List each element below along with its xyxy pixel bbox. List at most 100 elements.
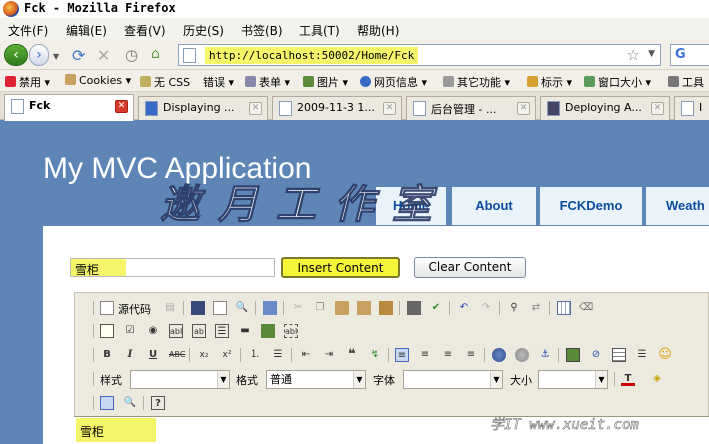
- strikethrough-icon[interactable]: ABC: [169, 348, 185, 362]
- format-select[interactable]: 普通 ▼: [266, 370, 366, 389]
- redo-icon[interactable]: ↷: [479, 301, 493, 315]
- form-icon[interactable]: [100, 324, 114, 338]
- toolbar-page-info[interactable]: 网页信息 ▾: [360, 74, 427, 90]
- align-right-icon[interactable]: ≡: [441, 348, 455, 362]
- subscript-icon[interactable]: x₂: [197, 348, 211, 362]
- style-select[interactable]: ▼: [130, 370, 230, 389]
- close-tab-icon[interactable]: ✕: [517, 102, 530, 115]
- replace-icon[interactable]: ⇄: [529, 301, 543, 315]
- toolbar-forms[interactable]: 表单 ▾: [245, 74, 290, 90]
- print-icon[interactable]: [407, 301, 421, 315]
- print-preview-icon[interactable]: 🔍: [235, 301, 249, 315]
- site-tab-fckdemo[interactable]: FCKDemo: [540, 187, 642, 225]
- about-icon[interactable]: ?: [151, 396, 165, 410]
- find-icon[interactable]: ⚲: [507, 301, 521, 315]
- maximize-icon[interactable]: [100, 396, 114, 410]
- paste-word-icon[interactable]: [379, 301, 393, 315]
- toolbar-resize[interactable]: 窗口大小 ▾: [584, 74, 651, 90]
- menu-history[interactable]: 历史(S): [183, 22, 224, 39]
- link-icon[interactable]: [492, 348, 506, 362]
- select-field-icon[interactable]: ☰: [215, 324, 229, 338]
- div-container-icon[interactable]: ↯: [368, 348, 382, 362]
- toolbar-outline[interactable]: 标示 ▾: [527, 74, 572, 90]
- justify-icon[interactable]: ≡: [464, 348, 478, 362]
- url-bar[interactable]: http://localhost:50002/Home/Fck ☆ ▼: [178, 44, 661, 66]
- smiley-icon[interactable]: ☺: [658, 348, 672, 362]
- button-field-icon[interactable]: ▬: [238, 324, 252, 338]
- insert-content-button[interactable]: Insert Content: [281, 257, 400, 278]
- textfield-icon[interactable]: abl: [169, 324, 183, 338]
- tab-fck[interactable]: Fck ✕: [4, 94, 134, 121]
- hidden-field-icon[interactable]: abl: [284, 324, 298, 338]
- font-select[interactable]: ▼: [403, 370, 503, 389]
- paste-icon[interactable]: [335, 301, 349, 315]
- tab-admin[interactable]: 后台管理 - ... ✕: [406, 96, 536, 120]
- horizontal-rule-icon[interactable]: ☰: [635, 348, 649, 362]
- align-center-icon[interactable]: ≡: [418, 348, 432, 362]
- copy-icon[interactable]: ❐: [313, 301, 327, 315]
- bullet-list-icon[interactable]: ☰: [271, 348, 285, 362]
- reload-icon[interactable]: ⟳: [72, 46, 85, 65]
- toolbar-misc[interactable]: 其它功能 ▾: [443, 74, 510, 90]
- unlink-icon[interactable]: [515, 348, 529, 362]
- cut-icon[interactable]: ✂: [291, 301, 305, 315]
- close-tab-icon[interactable]: ✕: [383, 102, 396, 115]
- back-button[interactable]: ‹: [4, 44, 28, 66]
- spellcheck-icon[interactable]: ✔: [429, 301, 443, 315]
- image-button-icon[interactable]: [261, 324, 275, 338]
- radio-icon[interactable]: ◉: [146, 324, 160, 338]
- size-select[interactable]: ▼: [538, 370, 608, 389]
- new-page-icon[interactable]: [213, 301, 227, 315]
- flash-icon[interactable]: ⊘: [589, 348, 603, 362]
- ordered-list-icon[interactable]: ⒈: [248, 348, 262, 362]
- show-blocks-icon[interactable]: 🔍: [123, 396, 137, 410]
- save-icon[interactable]: [191, 301, 205, 315]
- source-button-label[interactable]: 源代码: [118, 301, 151, 317]
- toolbar-cookies[interactable]: Cookies ▾: [65, 74, 131, 87]
- site-tab-weather[interactable]: Weath: [646, 187, 709, 225]
- tab-displaying[interactable]: Displaying ... ✕: [138, 96, 268, 120]
- menu-edit[interactable]: 编辑(E): [66, 22, 107, 39]
- text-color-icon[interactable]: T: [621, 372, 635, 386]
- tab-overflow[interactable]: I: [674, 96, 709, 120]
- preview-icon[interactable]: ▤: [163, 301, 177, 315]
- toolbar-images[interactable]: 图片 ▾: [303, 74, 348, 90]
- content-input[interactable]: 雪柜: [70, 258, 275, 277]
- home-icon[interactable]: ⌂: [151, 46, 160, 62]
- anchor-icon[interactable]: ⚓: [538, 348, 552, 362]
- align-left-icon[interactable]: ≡: [395, 348, 409, 362]
- url-dropdown-icon[interactable]: ▼: [648, 49, 655, 59]
- menu-view[interactable]: 查看(V): [124, 22, 166, 39]
- remove-format-icon[interactable]: ⌫: [579, 301, 593, 315]
- clock-icon[interactable]: ◷: [125, 46, 138, 64]
- paste-text-icon[interactable]: [357, 301, 371, 315]
- toolbar-errors[interactable]: 错误 ▾: [203, 74, 234, 90]
- textarea-icon[interactable]: ab: [192, 324, 206, 338]
- source-icon[interactable]: [100, 301, 114, 315]
- history-dropdown-icon[interactable]: ▼: [53, 52, 59, 61]
- italic-icon[interactable]: I: [123, 348, 137, 362]
- clear-content-button[interactable]: Clear Content: [414, 257, 526, 278]
- insert-image-icon[interactable]: [566, 348, 580, 362]
- stop-icon[interactable]: ✕: [97, 46, 110, 65]
- close-tab-icon[interactable]: ✕: [651, 102, 664, 115]
- checkbox-icon[interactable]: ☑: [123, 324, 137, 338]
- url-text[interactable]: http://localhost:50002/Home/Fck: [205, 47, 419, 64]
- table-icon[interactable]: [612, 348, 626, 362]
- menu-file[interactable]: 文件(F): [8, 22, 48, 39]
- tab-deploying[interactable]: Deploying A... ✕: [540, 96, 670, 120]
- menu-bookmarks[interactable]: 书签(B): [241, 22, 283, 39]
- select-all-icon[interactable]: [557, 301, 571, 315]
- toolbar-disable[interactable]: 禁用 ▾: [5, 74, 50, 90]
- outdent-icon[interactable]: ⇤: [299, 348, 313, 362]
- indent-icon[interactable]: ⇥: [322, 348, 336, 362]
- search-box[interactable]: G: [670, 44, 709, 66]
- background-color-icon[interactable]: ◈: [650, 372, 664, 386]
- site-tab-about[interactable]: About: [452, 187, 536, 225]
- toolbar-tools[interactable]: 工具: [668, 74, 704, 90]
- superscript-icon[interactable]: x²: [220, 348, 234, 362]
- forward-button[interactable]: ›: [29, 44, 49, 66]
- bold-icon[interactable]: B: [100, 348, 114, 362]
- close-tab-icon[interactable]: ✕: [249, 102, 262, 115]
- undo-icon[interactable]: ↶: [457, 301, 471, 315]
